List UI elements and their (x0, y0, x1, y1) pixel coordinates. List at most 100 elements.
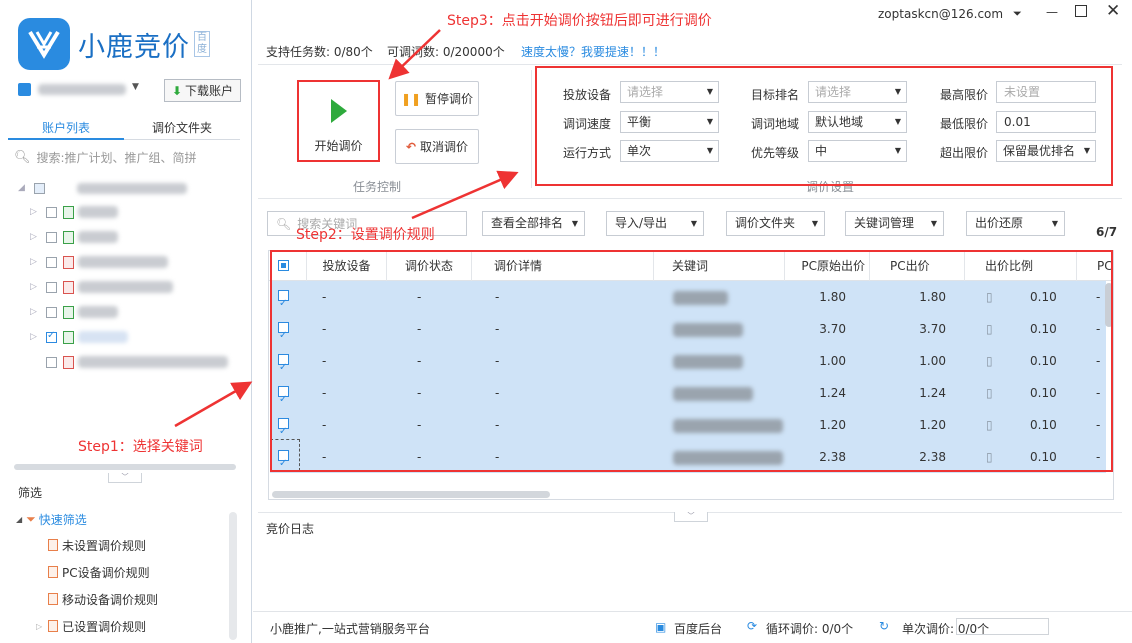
tab-account-list[interactable]: 账户列表 (8, 116, 124, 140)
loop-bid-count: 循环调价: 0/0个 (766, 622, 854, 636)
account-dropdown-icon[interactable]: ▼ (132, 82, 139, 92)
tree-item[interactable]: ▷ (30, 201, 118, 223)
tree-label (78, 356, 228, 368)
filter-item-mobile[interactable]: 移动设备调价规则 (48, 588, 158, 610)
checkbox[interactable] (46, 356, 57, 368)
plan-icon (63, 205, 74, 219)
tree-item[interactable]: ▷ (30, 301, 118, 323)
filter-item-label: 已设置调价规则 (62, 619, 147, 634)
plan-paused-icon (63, 255, 74, 269)
tree-label (78, 256, 168, 268)
import-export-button[interactable]: 导入/导出 (606, 211, 704, 236)
divider (258, 64, 1122, 65)
checkbox[interactable] (34, 182, 45, 194)
task-count: 支持任务数: 0/80个 (266, 45, 373, 59)
sidebar-search[interactable]: 🔍︎ 搜索:推广计划、推广组、简拼 (14, 147, 240, 167)
collapse-toggle-icon[interactable]: ﹀ (108, 473, 142, 483)
tree-label (78, 281, 173, 293)
download-account-button[interactable]: ⬇ 下载账户 (164, 79, 241, 102)
user-email: zoptaskcn@126.com (878, 7, 1004, 21)
checkbox[interactable] (46, 330, 57, 343)
plan-icon (63, 305, 74, 319)
close-icon[interactable]: ✕ (1106, 1, 1120, 21)
tree-label (78, 231, 118, 243)
pause-bid-button[interactable]: ❚❚ 暂停调价 (395, 81, 479, 116)
checkbox[interactable] (46, 231, 57, 243)
filter-scrollbar[interactable] (229, 512, 237, 640)
tree-label (77, 182, 187, 194)
sidebar-hscrollbar[interactable] (14, 464, 236, 470)
checkbox[interactable] (46, 206, 57, 218)
loop-icon: ⟳ (747, 619, 758, 633)
checkbox[interactable] (46, 281, 57, 293)
filter-item-label: 未设置调价规则 (62, 538, 147, 553)
step3-highlight (297, 80, 380, 162)
download-label: 下载账户 (185, 84, 234, 98)
menu-dropdown-icon[interactable]: ⏷ (1013, 7, 1022, 21)
page-indicator: 6/7 (1096, 225, 1118, 239)
tree-item[interactable]: ▷ (30, 326, 128, 348)
collapse-toggle-icon[interactable]: ﹀ (674, 512, 708, 522)
expand-icon[interactable]: ◢ (16, 515, 22, 524)
quick-filter-label: 快速筛选 (38, 513, 87, 527)
bid-folder-button[interactable]: 调价文件夹 (726, 211, 825, 236)
user-icon (18, 83, 31, 96)
tree-item[interactable]: ▷ (30, 251, 168, 273)
step1-annotation: Step1：选择关键词 (78, 439, 203, 455)
rule-icon (48, 539, 58, 551)
download-icon: ⬇ (171, 83, 183, 98)
undo-icon: ↶ (405, 139, 417, 154)
rule-icon (48, 566, 58, 578)
tree-item[interactable]: ▷ (30, 226, 118, 248)
search-icon: 🔍︎ (276, 216, 292, 231)
maximize-icon[interactable] (1075, 5, 1087, 17)
word-count: 可调词数: 0/20000个 (387, 45, 505, 59)
minimize-icon[interactable]: — (1046, 5, 1058, 19)
step1-table-highlight (270, 250, 1113, 472)
rule-icon (48, 620, 59, 632)
backend-icon: ▣ (655, 620, 667, 634)
plan-paused-icon (63, 280, 74, 294)
brand-badge: 百度 (194, 31, 210, 57)
sidebar-search-input[interactable]: 搜索:推广计划、推广组、简拼 (37, 149, 197, 166)
account-name[interactable] (38, 84, 126, 95)
speedup-link[interactable]: 速度太慢？我要提速！！！ (521, 43, 665, 60)
keyword-mgmt-button[interactable]: 关键词管理 (845, 211, 944, 236)
view-rank-button[interactable]: 查看全部排名 (482, 211, 585, 236)
checkbox[interactable] (46, 306, 57, 318)
filter-funnel-icon: ⏷ (26, 512, 36, 526)
tab-bid-folder[interactable]: 调价文件夹 (124, 116, 240, 140)
filter-item-label: PC设备调价规则 (62, 565, 150, 580)
task-control-section: 任务控制 (353, 180, 402, 194)
expand-icon[interactable]: ◢ (18, 183, 30, 193)
backend-link[interactable]: 百度后台 (674, 620, 722, 637)
single-icon: ↻ (879, 619, 890, 633)
brand-name: 小鹿竞价 (78, 31, 190, 63)
slogan: 小鹿推广,一站式营销服务平台 (270, 622, 430, 636)
filter-item-set[interactable]: ▷ 已设置调价规则 (36, 615, 146, 637)
tree-root[interactable]: ◢ (18, 177, 187, 199)
divider (531, 70, 532, 188)
table-hscrollbar[interactable] (272, 491, 550, 498)
pause-icon: ❚❚ (400, 91, 422, 106)
sidebar-tabs: 账户列表 调价文件夹 (8, 116, 240, 140)
divider (258, 198, 1122, 199)
search-icon: 🔍︎ (14, 149, 31, 165)
filter-item-unset[interactable]: 未设置调价规则 (48, 534, 146, 556)
quick-filter[interactable]: ◢ ⏷ 快速筛选 (16, 511, 87, 528)
tree-item[interactable]: ▷ (30, 276, 173, 298)
cancel-bid-button[interactable]: ↶ 取消调价 (395, 129, 479, 164)
filter-title: 筛选 (18, 486, 43, 500)
pause-bid-label: 暂停调价 (425, 92, 474, 106)
plan-paused-icon (63, 355, 74, 369)
sidebar: 小鹿竞价 百度 ▼ ⬇ 下载账户 账户列表 调价文件夹 🔍︎ 搜索:推广计划、推… (0, 0, 252, 643)
filter-item-pc[interactable]: PC设备调价规则 (48, 561, 150, 583)
restore-bid-button[interactable]: 出价还原 (966, 211, 1065, 236)
step2-annotation: Step2：设置调价规则 (296, 227, 435, 243)
step2-settings-highlight (535, 66, 1113, 186)
tree-item[interactable] (42, 351, 228, 373)
step3-annotation: Step3：点击开始调价按钮后即可进行调价 (447, 13, 712, 29)
cancel-bid-label: 取消调价 (420, 140, 469, 154)
checkbox[interactable] (46, 256, 57, 268)
filter-item-label: 移动设备调价规则 (62, 592, 159, 607)
